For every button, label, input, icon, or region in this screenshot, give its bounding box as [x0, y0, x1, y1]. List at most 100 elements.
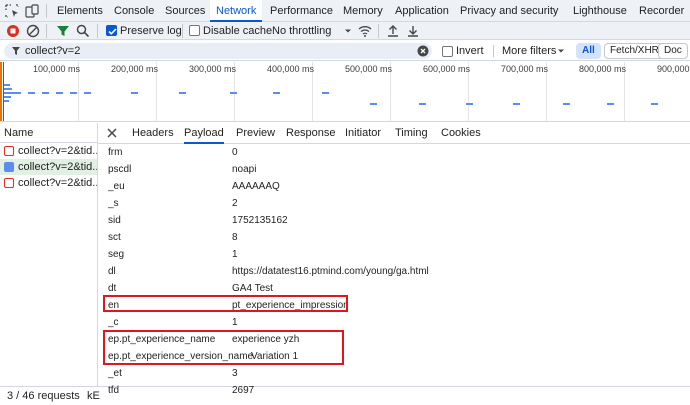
filter-chip-fetch-xhr[interactable]: Fetch/XHR	[604, 43, 665, 59]
payload-key: pscdl	[108, 164, 132, 175]
tab-cookies[interactable]: Cookies	[441, 123, 481, 144]
chevron-down-icon[interactable]	[555, 43, 567, 62]
preserve-log-checkbox[interactable]	[106, 25, 117, 36]
divider	[378, 24, 379, 38]
payload-row: _c 1	[98, 314, 690, 331]
invert-checkbox[interactable]	[442, 46, 453, 57]
divider	[182, 24, 183, 38]
highlight-box-experience-params	[103, 330, 344, 365]
tab-sources[interactable]: Sources	[165, 0, 205, 22]
payload-row: dl https://datatest16.ptmind.com/young/ga…	[98, 263, 690, 280]
devtools-tab-bar: Elements Console Sources Network Perform…	[0, 0, 690, 22]
import-har-icon[interactable]	[385, 23, 401, 39]
tab-preview[interactable]: Preview	[236, 123, 275, 144]
timeline-bar	[4, 88, 12, 90]
clear-icon[interactable]	[25, 23, 41, 39]
timeline-bar	[230, 92, 237, 94]
tab-memory[interactable]: Memory	[343, 0, 383, 22]
tab-headers[interactable]: Headers	[132, 123, 174, 144]
timeline-bar	[370, 103, 377, 105]
tab-elements[interactable]: Elements	[57, 0, 103, 22]
payload-row: _et 3	[98, 365, 690, 382]
payload-value: https://datatest16.ptmind.com/young/ga.h…	[232, 266, 429, 277]
tab-network[interactable]: Network	[210, 0, 263, 22]
payload-value: 8	[232, 232, 238, 243]
disable-cache-checkbox[interactable]	[189, 25, 200, 36]
timeline-bar	[322, 92, 329, 94]
payload-key: dl	[108, 266, 116, 277]
timeline-bar	[4, 100, 9, 102]
payload-row: pscdl noapi	[98, 161, 690, 178]
clear-filter-icon[interactable]	[417, 45, 429, 60]
timeline-bar	[273, 92, 280, 94]
payload-row: _s 2	[98, 195, 690, 212]
filter-icon[interactable]	[55, 23, 71, 39]
filter-funnel-icon	[10, 43, 22, 62]
divider	[493, 45, 494, 57]
timeline-bar	[651, 103, 658, 105]
name-column-header[interactable]: Name	[0, 123, 97, 143]
payload-key: _et	[108, 368, 122, 379]
device-toolbar-icon[interactable]	[24, 3, 40, 19]
network-toolbar: Preserve log Disable cache No throttling	[0, 22, 690, 40]
throttling-select[interactable]: No throttling	[272, 22, 331, 40]
timeline-bar	[14, 92, 21, 94]
request-name: collect?v=2&tid...	[18, 161, 97, 173]
search-icon[interactable]	[75, 23, 91, 39]
payload-key: _c	[108, 317, 119, 328]
filter-input[interactable]: collect?v=2	[4, 43, 432, 59]
payload-key: _eu	[108, 181, 125, 192]
request-row[interactable]: collect?v=2&tid...	[0, 143, 97, 159]
payload-key: sid	[108, 215, 121, 226]
timeline-bar	[131, 92, 138, 94]
payload-key: seg	[108, 249, 125, 260]
timeline-load-marker	[0, 62, 2, 121]
request-row[interactable]: collect?v=2&tid...	[0, 175, 97, 191]
timeline-bar	[4, 96, 11, 98]
timeline-bar	[56, 92, 63, 94]
tab-privacy-and-security[interactable]: Privacy and security	[460, 0, 558, 22]
highlight-box-event-name	[103, 295, 348, 312]
network-conditions-icon[interactable]	[357, 23, 373, 39]
payload-key: _s	[108, 198, 119, 209]
payload-value: 1	[232, 249, 238, 260]
stop-recording-icon[interactable]	[5, 23, 21, 39]
filter-row: collect?v=2 Invert More filters All Fetc…	[0, 41, 690, 61]
filter-chip-all[interactable]: All	[576, 43, 601, 59]
timeline-bar	[607, 103, 614, 105]
inspect-element-icon[interactable]	[4, 3, 20, 19]
export-har-icon[interactable]	[405, 23, 421, 39]
request-type-icon	[4, 162, 14, 172]
request-type-icon	[4, 178, 14, 188]
timeline-bar	[466, 103, 473, 105]
timeline-bar	[42, 92, 49, 94]
close-icon[interactable]	[106, 127, 118, 142]
timeline-bar	[28, 92, 35, 94]
tab-application[interactable]: Application	[395, 0, 449, 22]
payload-row: frm 0	[98, 144, 690, 161]
tab-timing[interactable]: Timing	[395, 123, 428, 144]
payload-row: tfd 2697	[98, 382, 690, 399]
tab-initiator[interactable]: Initiator	[345, 123, 381, 144]
filter-value: collect?v=2	[25, 45, 81, 57]
tab-response[interactable]: Response	[286, 123, 336, 144]
payload-value: 1	[232, 317, 238, 328]
payload-value: 1752135162	[232, 215, 288, 226]
timeline-dom-marker	[3, 62, 4, 121]
tab-payload[interactable]: Payload	[184, 123, 224, 144]
tab-lighthouse[interactable]: Lighthouse	[573, 0, 627, 22]
payload-value: 3	[232, 368, 238, 379]
filter-chip-doc[interactable]: Doc	[658, 43, 688, 59]
tab-performance[interactable]: Performance	[270, 0, 333, 22]
request-name: collect?v=2&tid...	[18, 177, 97, 189]
timeline-bar	[4, 84, 10, 86]
request-row-selected[interactable]: collect?v=2&tid...	[0, 159, 97, 175]
timeline-bar	[179, 92, 186, 94]
chevron-down-icon[interactable]	[340, 23, 356, 39]
timeline-overview[interactable]: 100,000 ms 200,000 ms 300,000 ms 400,000…	[0, 62, 690, 122]
tab-console[interactable]: Console	[114, 0, 154, 22]
payload-value: AAAAAAQ	[232, 181, 280, 192]
tab-recorder[interactable]: Recorder	[639, 0, 684, 22]
more-filters-button[interactable]: More filters	[502, 41, 556, 61]
request-name: collect?v=2&tid...	[18, 145, 97, 157]
